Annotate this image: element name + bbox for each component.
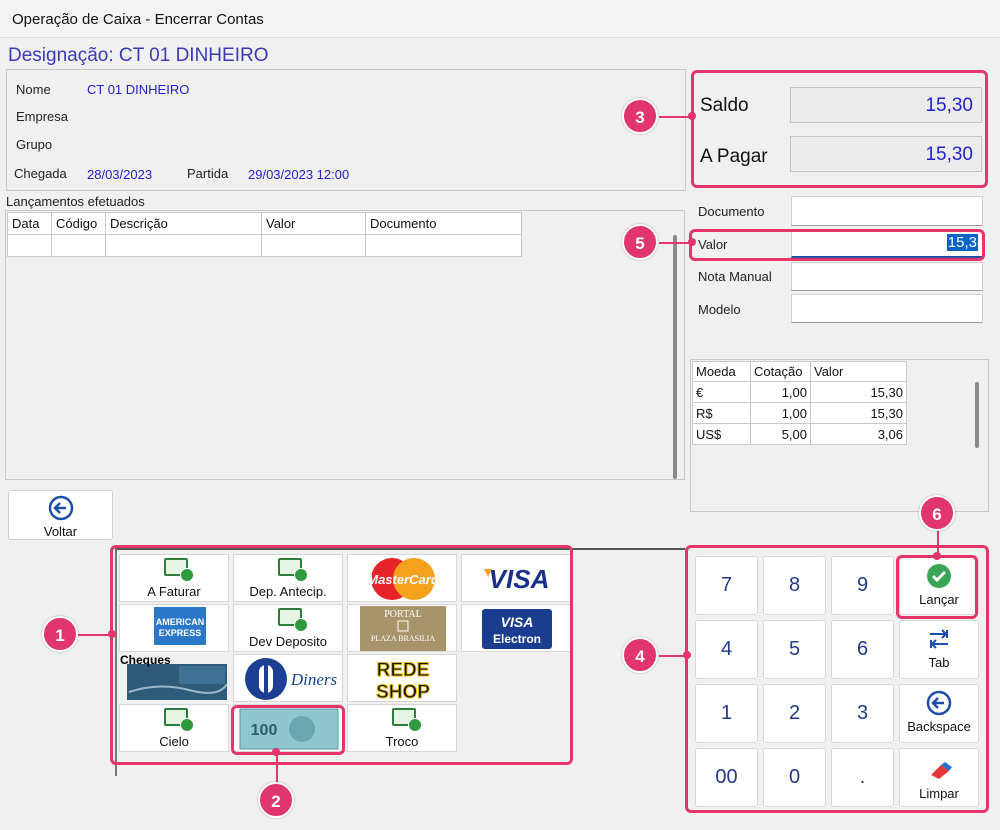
highlight-lancar [896,555,978,619]
currency-scrollbar[interactable] [975,382,979,448]
callout-3: 3 [622,98,658,134]
connector-dot [272,748,280,756]
partida-value: 29/03/2023 12:00 [248,167,350,182]
connector-dot [933,552,941,560]
col-cotacao[interactable]: Cotação [750,361,811,382]
modelo-field[interactable] [791,294,983,323]
currency-cell: 15,30 [810,402,907,424]
connector-dot [688,238,696,246]
currency-cell: 15,30 [810,381,907,403]
table-row[interactable] [7,234,522,257]
currency-cell: 3,06 [810,423,907,445]
callout-6: 6 [919,495,955,531]
documento-field[interactable] [791,196,983,226]
guest-info-panel: Nome CT 01 DINHEIRO Empresa Grupo Chegad… [6,69,686,191]
entries-title: Lançamentos efetuados [6,194,145,209]
col-moeda[interactable]: Moeda [692,361,751,382]
callout-5: 5 [622,224,658,260]
highlight-valor [689,229,985,261]
table-row[interactable]: R$ 1,00 15,30 [692,402,907,424]
col-valor[interactable]: Valor [261,212,366,235]
connector-line [276,752,278,782]
currency-cell: R$ [692,402,751,424]
currency-cell: US$ [692,423,751,445]
connector-dot [688,112,696,120]
highlight-dinheiro [231,705,345,755]
connector-dot [108,630,116,638]
currency-cell: 5,00 [750,423,811,445]
nome-label: Nome [16,82,51,97]
currency-grid[interactable]: Moeda Cotação Valor € 1,00 15,30 R$ 1,00… [690,359,989,512]
currency-header-row: Moeda Cotação Valor [692,361,907,382]
table-row[interactable]: € 1,00 15,30 [692,381,907,403]
currency-cell: 1,00 [750,402,811,424]
nota-manual-label: Nota Manual [698,269,772,284]
nome-value: CT 01 DINHEIRO [87,82,190,97]
entries-scrollbar[interactable] [673,235,677,479]
table-row[interactable]: US$ 5,00 3,06 [692,423,907,445]
highlight-summary [691,70,988,188]
callout-4: 4 [622,637,658,673]
entries-grid[interactable]: Data Código Descrição Valor Documento [5,210,685,480]
col-valor-moeda[interactable]: Valor [810,361,907,382]
documento-label: Documento [698,204,765,219]
currency-cell: € [692,381,751,403]
entries-header-row: Data Código Descrição Valor Documento [7,212,522,235]
voltar-button[interactable]: Voltar [8,490,113,540]
chegada-value: 28/03/2023 [87,167,153,182]
col-codigo[interactable]: Código [51,212,106,235]
window-title: Operação de Caixa - Encerrar Contas [12,11,264,28]
designation-title: Designação: CT 01 DINHEIRO [8,45,269,66]
partida-label: Partida [187,166,229,181]
nota-manual-field[interactable] [791,262,983,291]
currency-table[interactable]: Moeda Cotação Valor € 1,00 15,30 R$ 1,00… [692,361,907,445]
entries-table[interactable]: Data Código Descrição Valor Documento [7,212,522,257]
grupo-label: Grupo [16,137,53,152]
col-documento[interactable]: Documento [365,212,522,235]
back-arrow-icon [48,495,73,521]
empresa-label: Empresa [16,109,69,124]
callout-1: 1 [42,616,78,652]
currency-cell: 1,00 [750,381,811,403]
modelo-label: Modelo [698,302,741,317]
window-titlebar: Operação de Caixa - Encerrar Contas [0,0,1000,38]
col-descricao[interactable]: Descrição [105,212,262,235]
callout-2: 2 [258,782,294,818]
voltar-label: Voltar [43,524,78,539]
col-data[interactable]: Data [7,212,52,235]
chegada-label: Chegada [14,166,67,181]
connector-dot [683,651,691,659]
